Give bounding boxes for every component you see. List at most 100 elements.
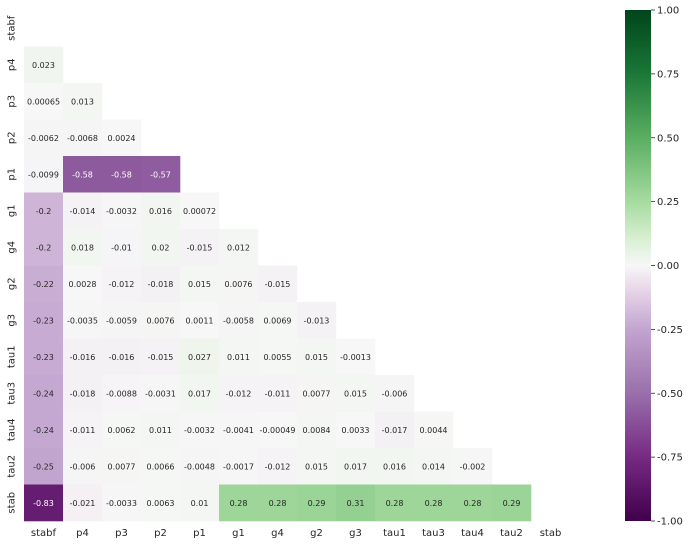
heatmap-cell-label: 0.018 [71,243,94,252]
heatmap-cell-label: 0.014 [422,462,445,471]
heatmap-cell-label: 0.015 [344,389,367,398]
heatmap-cell-label: 0.28 [464,499,482,508]
heatmap-cell-label: -0.25 [33,462,54,471]
heatmap-cell-label: -0.011 [265,389,291,398]
heatmap-cell-label: -0.012 [265,462,291,471]
colorbar-tick-label: 0.00 [657,261,679,272]
heatmap-cell-label: 0.015 [305,353,328,362]
heatmap-cell-label: 0.015 [188,280,211,289]
x-axis-labels: stabf p4 p3 p2 p1 g1 g4 g2 g3 tau1 tau3 tau4 tau2 sta… [31,528,561,539]
heatmap-cell-label: -0.0033 [106,499,137,508]
colorbar-tick-label: 0.50 [657,133,679,144]
heatmap-cell-label: 0.29 [308,499,326,508]
heatmap-cell-label: 0.0084 [303,426,331,435]
x-tick-label: g3 [349,528,362,539]
heatmap-cell-label: -0.23 [33,353,54,362]
heatmap-cell-label: -0.006 [70,462,96,471]
heatmap-cell-label: 0.28 [230,499,248,508]
y-tick-label: p2 [7,131,18,144]
x-tick-label: stabf [31,528,57,539]
heatmap-cell-label: 0.0044 [420,426,448,435]
heatmap-cell-label: -0.0031 [145,389,176,398]
heatmap-cell-label: -0.018 [148,280,174,289]
y-tick-label: tau4 [7,418,18,441]
heatmap-cell-label: 0.28 [386,499,404,508]
heatmap-cell-label: 0.023 [32,61,55,70]
y-axis-labels: stabf p4 p3 p2 p1 g1 g4 g2 g3 tau1 tau3 tau4 tau2 sta… [7,15,18,513]
heatmap-cell-label: -0.021 [70,499,96,508]
heatmap-cell-label: -0.014 [70,207,96,216]
heatmap-cell-label: -0.012 [109,280,135,289]
heatmap-cell-label: 0.0076 [225,280,253,289]
heatmap-cell-label: -0.23 [33,316,54,325]
heatmap-cell-label: -0.0032 [184,426,215,435]
heatmap-cell-label: 0.012 [227,243,250,252]
heatmap-cell-label: -0.58 [72,170,93,179]
heatmap-cell-label: -0.012 [226,389,252,398]
heatmap-cell-label: 0.0076 [147,316,175,325]
heatmap-cell-label: 0.011 [227,353,250,362]
y-tick-label: tau3 [7,382,18,405]
heatmap-cell-label: 0.016 [383,462,406,471]
x-tick-label: tau4 [461,528,484,539]
colorbar-tick-label: 0.25 [657,197,679,208]
heatmap-cell-label: -0.01 [111,243,132,252]
heatmap-cell-label: -0.0041 [223,426,254,435]
correlation-heatmap: 0.023 0.00065 0.013 -0.0062 -0.0068 0.0024 -0.… [7,6,683,540]
heatmap-cell-label: -0.22 [33,280,54,289]
colorbar-tick-label: -1.00 [657,517,683,528]
heatmap-cell-label: 0.0069 [264,316,292,325]
heatmap-cell-label: 0.0033 [342,426,370,435]
heatmap-cell-label: -0.0068 [67,134,98,143]
x-tick-label: p2 [154,528,167,539]
heatmap-cell-label: -0.016 [109,353,135,362]
heatmap-cell-label: 0.0063 [147,499,175,508]
heatmap-cell-label: 0.016 [149,207,172,216]
heatmap-cell-label: 0.0077 [108,462,136,471]
x-tick-label: g2 [310,528,323,539]
colorbar-tick-label: 1.00 [657,6,679,17]
heatmap-cell-label: -0.83 [33,499,54,508]
heatmap-cell-label: -0.016 [70,353,96,362]
colorbar-tick-label: -0.50 [657,389,683,400]
y-tick-label: tau1 [7,345,18,368]
y-tick-label: p4 [7,58,18,71]
heatmap-cell-label: 0.00065 [27,97,60,106]
x-tick-label: p4 [76,528,89,539]
heatmap-cell-label: 0.015 [305,462,328,471]
heatmap-cell-label: -0.017 [382,426,408,435]
heatmap-cell-label: -0.57 [150,170,171,179]
heatmap-cell-label: 0.017 [344,462,367,471]
heatmap-cell-label: 0.01 [191,499,209,508]
heatmap-cell-label: 0.0055 [264,353,292,362]
heatmap-cell-label: 0.31 [347,499,365,508]
heatmap-cell-label: 0.0028 [69,280,97,289]
heatmap-cell-label: -0.015 [148,353,174,362]
heatmap-cell-label: -0.0048 [184,462,215,471]
heatmap-cell-label: -0.018 [70,389,96,398]
heatmap-cell-label: -0.0035 [67,316,98,325]
colorbar-tick-label: 0.75 [657,69,679,80]
colorbar-gradient [625,10,651,521]
y-tick-label: stabf [7,15,18,41]
heatmap-cell-label: -0.013 [304,316,330,325]
heatmap-cell-label: 0.02 [152,243,170,252]
y-tick-label: g3 [7,314,18,327]
x-tick-label: tau2 [500,528,523,539]
x-tick-label: g1 [232,528,245,539]
heatmap-cell-label: -0.0062 [28,134,59,143]
heatmap-cell-label: 0.28 [425,499,443,508]
y-tick-label: p3 [7,95,18,108]
heatmap-cell-label: -0.0017 [223,462,254,471]
x-tick-label: tau1 [383,528,406,539]
heatmap-cell-label: -0.2 [36,207,52,216]
heatmap-cell-label: 0.0066 [147,462,175,471]
x-tick-label: p3 [115,528,128,539]
heatmap-cell-label: 0.28 [269,499,287,508]
heatmap-cell-label: -0.015 [187,243,213,252]
heatmap-cell-label: -0.2 [36,243,52,252]
colorbar-tick-label: -0.75 [657,453,683,464]
heatmap-cell-label: 0.027 [188,353,211,362]
heatmap-cell-label: -0.011 [70,426,96,435]
y-tick-label: g4 [7,241,18,254]
